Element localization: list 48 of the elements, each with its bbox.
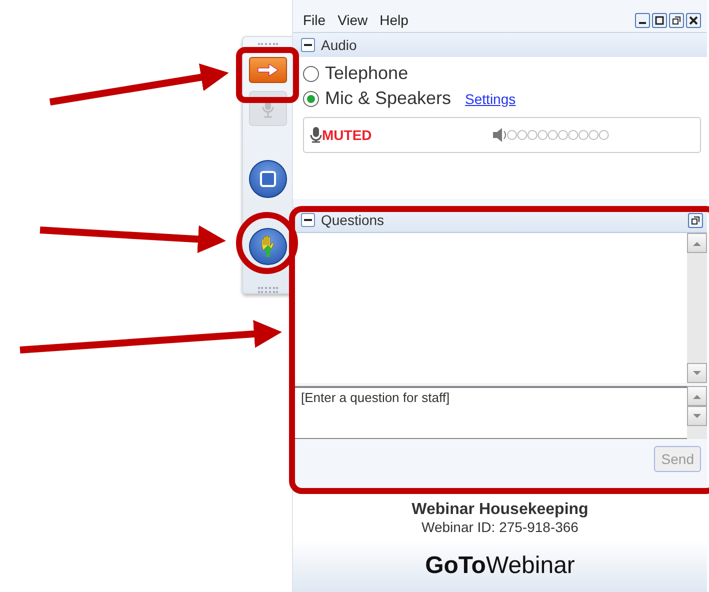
highlight-frame <box>236 47 299 103</box>
radio-label: Mic & Speakers <box>325 88 452 109</box>
collapse-button[interactable] <box>301 38 315 52</box>
brand-logo: GoToWebinar <box>425 552 575 580</box>
windows-icon <box>691 216 700 224</box>
radio-button[interactable] <box>303 90 319 106</box>
scrollbar[interactable] <box>687 386 707 439</box>
triangle-down-icon <box>693 370 701 376</box>
scrollbar[interactable] <box>687 233 707 383</box>
square-icon <box>260 170 276 187</box>
panel-title: Questions <box>321 212 384 228</box>
muted-status: MUTED <box>322 127 372 143</box>
close-button[interactable] <box>686 12 701 28</box>
minus-icon <box>304 44 312 46</box>
scroll-down-button[interactable] <box>687 406 707 426</box>
menu-item[interactable]: Help <box>380 12 408 28</box>
maximize-button[interactable] <box>652 12 667 28</box>
close-icon <box>689 16 698 24</box>
webinar-id: Webinar ID: 275-918-366 <box>422 519 578 535</box>
scroll-up-button[interactable] <box>687 386 707 406</box>
raise-hand-button[interactable] <box>248 228 286 266</box>
triangle-up-icon <box>693 240 701 246</box>
arrow-right-icon <box>256 62 280 77</box>
microphone-icon <box>310 127 322 143</box>
minus-icon <box>304 219 312 221</box>
exit-button[interactable] <box>248 56 286 83</box>
triangle-up-icon <box>693 394 701 398</box>
highlight-circle <box>236 212 298 274</box>
collapse-button[interactable] <box>301 213 315 227</box>
grip-handle[interactable] <box>258 287 278 294</box>
radio-label: Telephone <box>325 63 408 84</box>
webinar-title: Webinar Housekeeping <box>412 501 588 519</box>
maximize-icon <box>655 16 664 24</box>
windows-icon <box>672 16 681 24</box>
menu-item[interactable]: View <box>338 12 368 28</box>
stop-button[interactable] <box>248 160 286 198</box>
menu-item[interactable]: File <box>303 12 326 28</box>
scroll-up-button[interactable] <box>687 233 707 253</box>
radio-button[interactable] <box>303 66 319 82</box>
triangle-down-icon <box>693 414 701 418</box>
detach-button[interactable] <box>669 12 684 28</box>
minimize-icon <box>639 22 646 24</box>
scroll-down-button[interactable] <box>687 363 707 383</box>
question-input[interactable]: [Enter a question for staff] <box>293 386 687 439</box>
settings-link[interactable]: Settings <box>465 90 516 106</box>
detach-button[interactable] <box>688 212 703 228</box>
panel-title: Audio <box>321 37 357 53</box>
minimize-button[interactable] <box>635 12 650 28</box>
